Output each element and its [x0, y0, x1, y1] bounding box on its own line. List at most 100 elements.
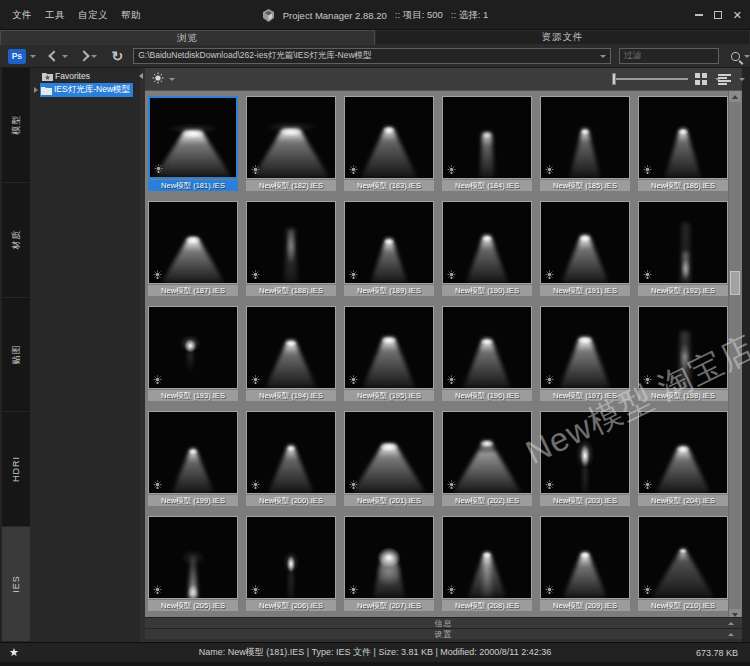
thumbnail-cell[interactable]: New模型 (197).IES — [540, 306, 630, 402]
thumbnail-size-slider[interactable] — [612, 78, 688, 80]
refresh-button[interactable]: ↻ — [111, 50, 123, 62]
search-icon[interactable] — [731, 52, 740, 61]
thumbnail-cell[interactable]: New模型 (192).IES — [638, 201, 728, 297]
ies-preview-image[interactable] — [442, 516, 532, 599]
tree-item-favorites[interactable]: Favorites — [30, 70, 140, 82]
ies-preview-image[interactable] — [344, 411, 434, 494]
thumbnail-cell[interactable]: New模型 (201).IES — [344, 411, 434, 507]
thumbnail-cell[interactable]: New模型 (186).IES — [638, 96, 728, 192]
sidebar-tab-hdri[interactable]: HDRI — [2, 412, 30, 527]
scroll-up-icon[interactable] — [729, 91, 741, 102]
close-button[interactable]: ✕ — [733, 10, 742, 20]
back-history-caret[interactable] — [62, 55, 68, 58]
ies-library-row[interactable]: IES灯光库-New模型 — [40, 83, 133, 97]
thumbnail-cell[interactable]: New模型 (181).IES — [148, 96, 238, 192]
ps-button[interactable]: Ps — [8, 49, 26, 64]
ies-preview-image[interactable] — [148, 411, 238, 494]
thumbnail-cell[interactable]: New模型 (205).IES — [148, 516, 238, 612]
forward-button[interactable] — [78, 50, 89, 61]
ies-preview-image[interactable] — [246, 306, 336, 389]
ies-preview-image[interactable] — [246, 201, 336, 284]
ies-preview-image[interactable] — [540, 201, 630, 284]
tree-item-ies-library[interactable]: IES灯光库-New模型 — [30, 84, 140, 96]
ies-preview-image[interactable] — [442, 306, 532, 389]
info-panel-bar[interactable]: 信息 — [145, 617, 742, 628]
ies-preview-image[interactable] — [148, 516, 238, 599]
thumbnail-cell[interactable]: New模型 (189).IES — [344, 201, 434, 297]
expand-arrow-icon[interactable] — [34, 87, 38, 93]
thumbnail-cell[interactable]: New模型 (182).IES — [246, 96, 336, 192]
ies-preview-image[interactable] — [540, 306, 630, 389]
settings-expand-icon[interactable] — [728, 633, 734, 636]
back-button[interactable] — [48, 50, 59, 61]
sidebar-tab-模型[interactable]: 模型 — [2, 68, 30, 183]
tab-browse[interactable]: 浏览 — [0, 30, 375, 45]
ies-preview-image[interactable] — [638, 411, 728, 494]
thumbnail-cell[interactable]: New模型 (184).IES — [442, 96, 532, 192]
ies-preview-image[interactable] — [638, 306, 728, 389]
ies-preview-image[interactable] — [246, 411, 336, 494]
ies-preview-image[interactable] — [148, 96, 238, 179]
sort-caret[interactable] — [739, 78, 745, 81]
thumbnail-cell[interactable]: New模型 (185).IES — [540, 96, 630, 192]
scrollbar-thumb[interactable] — [730, 271, 740, 295]
ies-preview-image[interactable] — [540, 411, 630, 494]
ies-preview-image[interactable] — [148, 306, 238, 389]
thumbnail-cell[interactable]: New模型 (209).IES — [540, 516, 630, 612]
thumbnail-cell[interactable]: New模型 (200).IES — [246, 411, 336, 507]
thumbnail-cell[interactable]: New模型 (206).IES — [246, 516, 336, 612]
light-type-caret[interactable] — [169, 78, 175, 81]
thumbnail-cell[interactable]: New模型 (191).IES — [540, 201, 630, 297]
ies-preview-image[interactable] — [638, 201, 728, 284]
thumbnail-cell[interactable]: New模型 (188).IES — [246, 201, 336, 297]
ies-preview-image[interactable] — [442, 411, 532, 494]
ies-preview-image[interactable] — [344, 96, 434, 179]
thumbnail-cell[interactable]: New模型 (196).IES — [442, 306, 532, 402]
thumbnail-cell[interactable]: New模型 (195).IES — [344, 306, 434, 402]
grid-view-icon[interactable] — [695, 73, 707, 85]
search-dropdown-caret[interactable] — [744, 55, 750, 58]
favorites-row[interactable]: Favorites — [41, 70, 93, 82]
ies-preview-image[interactable] — [344, 201, 434, 284]
thumbnail-cell[interactable]: New模型 (199).IES — [148, 411, 238, 507]
thumbnail-cell[interactable]: New模型 (198).IES — [638, 306, 728, 402]
thumbnail-cell[interactable]: New模型 (208).IES — [442, 516, 532, 612]
ies-preview-image[interactable] — [638, 96, 728, 179]
minimize-button[interactable] — [695, 14, 703, 16]
thumbnail-cell[interactable]: New模型 (210).IES — [638, 516, 728, 612]
ies-preview-image[interactable] — [540, 516, 630, 599]
ies-preview-image[interactable] — [344, 516, 434, 599]
ies-preview-image[interactable] — [246, 516, 336, 599]
vertical-scrollbar[interactable] — [728, 91, 740, 620]
ies-preview-image[interactable] — [442, 96, 532, 179]
tab-resources[interactable]: 资源文件 — [375, 30, 750, 45]
ps-dropdown-caret[interactable] — [30, 55, 36, 58]
thumbnail-cell[interactable]: New模型 (193).IES — [148, 306, 238, 402]
thumbnail-cell[interactable]: New模型 (203).IES — [540, 411, 630, 507]
collapse-tree-icon[interactable] — [139, 73, 143, 79]
ies-preview-image[interactable] — [246, 96, 336, 179]
thumbnail-cell[interactable]: New模型 (202).IES — [442, 411, 532, 507]
ies-preview-image[interactable] — [148, 201, 238, 284]
ies-preview-image[interactable] — [344, 306, 434, 389]
ies-preview-image[interactable] — [540, 96, 630, 179]
forward-history-caret[interactable] — [91, 55, 97, 58]
sidebar-tab-贴图[interactable]: 贴图 — [2, 298, 30, 413]
thumbnail-cell[interactable]: New模型 (194).IES — [246, 306, 336, 402]
sidebar-tab-材质[interactable]: 材质 — [2, 183, 30, 298]
ies-preview-image[interactable] — [638, 516, 728, 599]
settings-panel-bar[interactable]: 设置 — [145, 628, 742, 639]
maximize-button[interactable] — [714, 11, 722, 19]
thumbnail-cell[interactable]: New模型 (204).IES — [638, 411, 728, 507]
thumbnail-cell[interactable]: New模型 (190).IES — [442, 201, 532, 297]
light-type-icon[interactable] — [151, 72, 165, 86]
slider-handle[interactable] — [612, 73, 616, 85]
filter-input[interactable]: 过滤 — [619, 48, 719, 64]
ies-preview-image[interactable] — [442, 201, 532, 284]
path-dropdown-caret[interactable] — [600, 55, 606, 58]
sort-icon[interactable] — [718, 74, 731, 85]
thumbnail-cell[interactable]: New模型 (207).IES — [344, 516, 434, 612]
info-expand-icon[interactable] — [728, 622, 734, 625]
thumbnail-cell[interactable]: New模型 (187).IES — [148, 201, 238, 297]
thumbnail-cell[interactable]: New模型 (183).IES — [344, 96, 434, 192]
